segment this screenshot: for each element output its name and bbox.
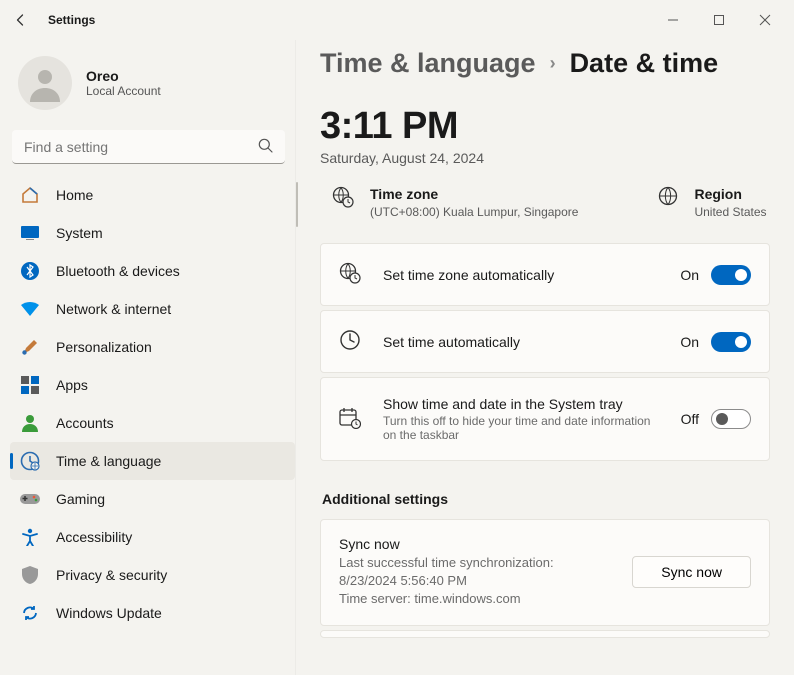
sidebar-item-bluetooth[interactable]: Bluetooth & devices — [10, 252, 295, 290]
sidebar-item-apps[interactable]: Apps — [10, 366, 295, 404]
sidebar-item-label: Home — [56, 187, 93, 203]
maximize-icon — [713, 14, 725, 26]
brush-icon — [20, 337, 40, 357]
toggle-tz-auto[interactable] — [711, 265, 751, 285]
account-name: Oreo — [86, 68, 161, 84]
sidebar-item-label: Bluetooth & devices — [56, 263, 180, 279]
close-button[interactable] — [742, 4, 788, 36]
sidebar-item-windows-update[interactable]: Windows Update — [10, 594, 295, 632]
chevron-right-icon: › — [550, 53, 556, 74]
list-item[interactable] — [320, 630, 770, 638]
sidebar-item-label: Windows Update — [56, 605, 162, 621]
shield-icon — [20, 565, 40, 585]
setting-label: Set time automatically — [383, 334, 658, 350]
section-heading: Additional settings — [322, 491, 770, 507]
sidebar-item-label: Network & internet — [56, 301, 171, 317]
setting-systray: Show time and date in the System tray Tu… — [320, 377, 770, 461]
sync-card: Sync now Last successful time synchroniz… — [320, 519, 770, 626]
sync-now-button[interactable]: Sync now — [632, 556, 751, 588]
search-icon — [258, 138, 273, 156]
sidebar-item-time-language[interactable]: Time & language — [10, 442, 295, 480]
page-title: Date & time — [570, 48, 719, 79]
titlebar: Settings — [0, 0, 794, 40]
timezone-value: (UTC+08:00) Kuala Lumpur, Singapore — [370, 205, 578, 219]
sidebar-item-label: System — [56, 225, 103, 241]
person-icon — [20, 413, 40, 433]
sidebar-item-accessibility[interactable]: Accessibility — [10, 518, 295, 556]
sidebar-item-label: Personalization — [56, 339, 152, 355]
sidebar-item-privacy[interactable]: Privacy & security — [10, 556, 295, 594]
arrow-left-icon — [12, 12, 28, 28]
globe-icon — [658, 186, 678, 209]
sync-details: Last successful time synchronization: 8/… — [339, 554, 610, 609]
setting-description: Turn this off to hide your time and date… — [383, 414, 659, 442]
sidebar-item-gaming[interactable]: Gaming — [10, 480, 295, 518]
calendar-clock-icon — [339, 407, 361, 432]
account-block[interactable]: Oreo Local Account — [10, 46, 295, 128]
sidebar-item-personalization[interactable]: Personalization — [10, 328, 295, 366]
avatar — [18, 56, 72, 110]
sidebar-item-label: Time & language — [56, 453, 161, 469]
timezone-label: Time zone — [370, 186, 578, 202]
region-info[interactable]: Region United States — [658, 186, 766, 219]
sidebar-item-label: Gaming — [56, 491, 105, 507]
sidebar: Oreo Local Account Home System Bluetooth… — [0, 40, 295, 675]
current-time: 3:11 PM — [320, 105, 770, 148]
window-controls — [650, 4, 788, 36]
apps-icon — [20, 375, 40, 395]
search-input[interactable] — [12, 130, 285, 164]
maximize-button[interactable] — [696, 4, 742, 36]
toggle-state: On — [680, 334, 699, 350]
info-strip: Time zone (UTC+08:00) Kuala Lumpur, Sing… — [320, 182, 770, 237]
update-icon — [20, 603, 40, 623]
region-label: Region — [694, 186, 766, 202]
sidebar-item-label: Accounts — [56, 415, 114, 431]
current-date: Saturday, August 24, 2024 — [320, 150, 770, 166]
setting-time-auto: Set time automatically On — [320, 310, 770, 373]
region-value: United States — [694, 205, 766, 219]
content: Time & language › Date & time 3:11 PM Sa… — [295, 40, 794, 675]
close-icon — [759, 14, 771, 26]
back-button[interactable] — [6, 6, 34, 34]
gaming-icon — [20, 489, 40, 509]
sidebar-item-accounts[interactable]: Accounts — [10, 404, 295, 442]
home-icon — [20, 185, 40, 205]
search-box — [12, 130, 285, 164]
breadcrumb: Time & language › Date & time — [320, 48, 770, 79]
sidebar-item-network[interactable]: Network & internet — [10, 290, 295, 328]
sidebar-item-label: Privacy & security — [56, 567, 167, 583]
sidebar-item-system[interactable]: System — [10, 214, 295, 252]
setting-tz-auto: Set time zone automatically On — [320, 243, 770, 306]
toggle-time-auto[interactable] — [711, 332, 751, 352]
accessibility-icon — [20, 527, 40, 547]
sidebar-item-home[interactable]: Home — [10, 176, 295, 214]
toggle-systray[interactable] — [711, 409, 751, 429]
person-icon — [26, 64, 64, 102]
timezone-info[interactable]: Time zone (UTC+08:00) Kuala Lumpur, Sing… — [332, 186, 578, 219]
sidebar-item-label: Apps — [56, 377, 88, 393]
clock-globe-icon — [20, 451, 40, 471]
system-icon — [20, 223, 40, 243]
bluetooth-icon — [20, 261, 40, 281]
setting-label: Show time and date in the System tray — [383, 396, 659, 412]
clock-icon — [339, 329, 361, 354]
sync-title: Sync now — [339, 536, 610, 552]
account-type: Local Account — [86, 84, 161, 98]
wifi-icon — [20, 299, 40, 319]
toggle-state: Off — [681, 411, 699, 427]
breadcrumb-parent[interactable]: Time & language — [320, 48, 536, 79]
minimize-icon — [667, 14, 679, 26]
globe-clock-icon — [332, 186, 354, 211]
toggle-state: On — [680, 267, 699, 283]
globe-clock-icon — [339, 262, 361, 287]
window-title: Settings — [48, 13, 95, 27]
sidebar-item-label: Accessibility — [56, 529, 132, 545]
minimize-button[interactable] — [650, 4, 696, 36]
nav-list: Home System Bluetooth & devices Network … — [10, 176, 295, 632]
setting-label: Set time zone automatically — [383, 267, 658, 283]
